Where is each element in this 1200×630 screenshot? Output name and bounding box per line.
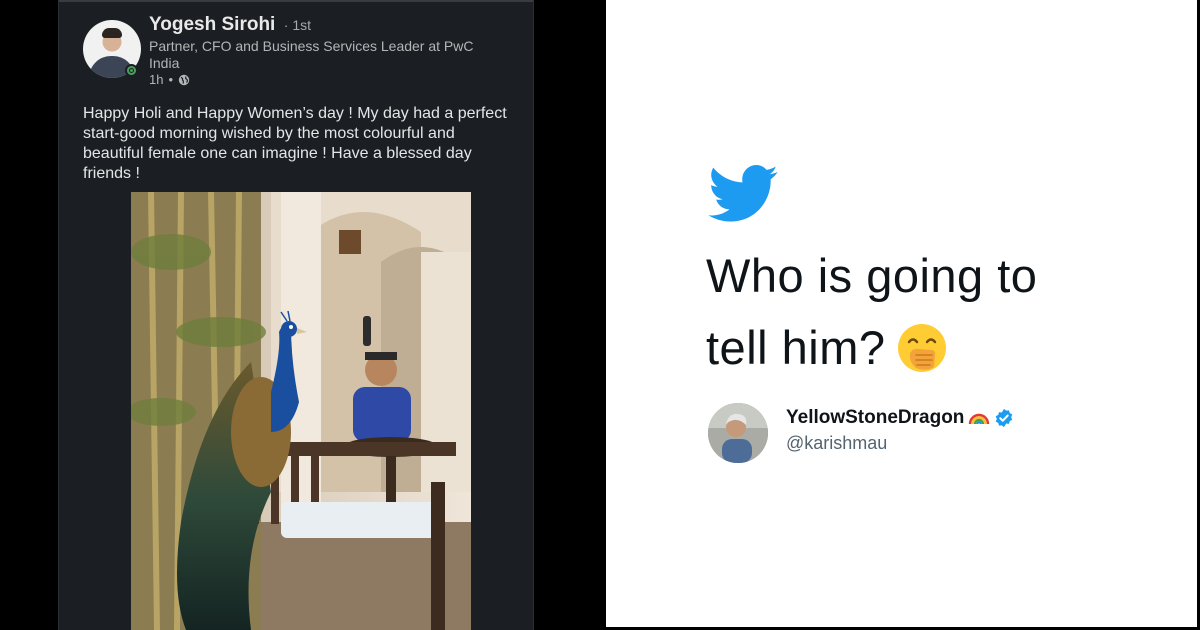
twitter-bird-icon xyxy=(708,165,778,222)
post-body-text: Happy Holi and Happy Women’s day ! My da… xyxy=(83,105,507,182)
tweet-text-line-2-row: tell him? xyxy=(706,312,1166,384)
author-name[interactable]: Yogesh Sirohi xyxy=(149,14,275,35)
rainbow-emoji xyxy=(969,413,990,425)
divider xyxy=(59,0,533,2)
tweet-text-line-2: tell him? xyxy=(706,321,886,374)
post-meta: 1h • xyxy=(149,72,190,87)
author-line: Yogesh Sirohi · 1st xyxy=(149,14,311,36)
tweet-text: Who is going to tell him? xyxy=(706,240,1166,384)
post-time: 1h xyxy=(149,72,164,87)
tweet-author-avatar[interactable] xyxy=(708,403,768,463)
tweet-author-handle[interactable]: @karishmau xyxy=(786,433,887,454)
tweet-author-name-row: YellowStoneDragon xyxy=(786,407,1014,429)
tweet-card: Who is going to tell him? YellowStoneDra… xyxy=(606,0,1197,627)
face-with-hand-over-mouth-emoji xyxy=(897,324,946,372)
verified-badge-icon xyxy=(996,408,1013,428)
linkedin-post-card: Yogesh Sirohi · 1st Partner, CFO and Bus… xyxy=(58,0,534,630)
photo-illustration xyxy=(131,192,471,630)
tweet-author-name[interactable]: YellowStoneDragon xyxy=(786,407,964,429)
linkedin-post-screenshot: Yogesh Sirohi · 1st Partner, CFO and Bus… xyxy=(0,0,600,630)
post-photo-peacock[interactable] xyxy=(131,192,471,630)
author-headline: Partner, CFO and Business Services Leade… xyxy=(149,38,474,71)
tweet-text-line-1: Who is going to xyxy=(706,249,1038,302)
globe-icon xyxy=(178,74,190,85)
connection-degree: · 1st xyxy=(283,17,312,33)
online-status-icon xyxy=(125,64,138,77)
